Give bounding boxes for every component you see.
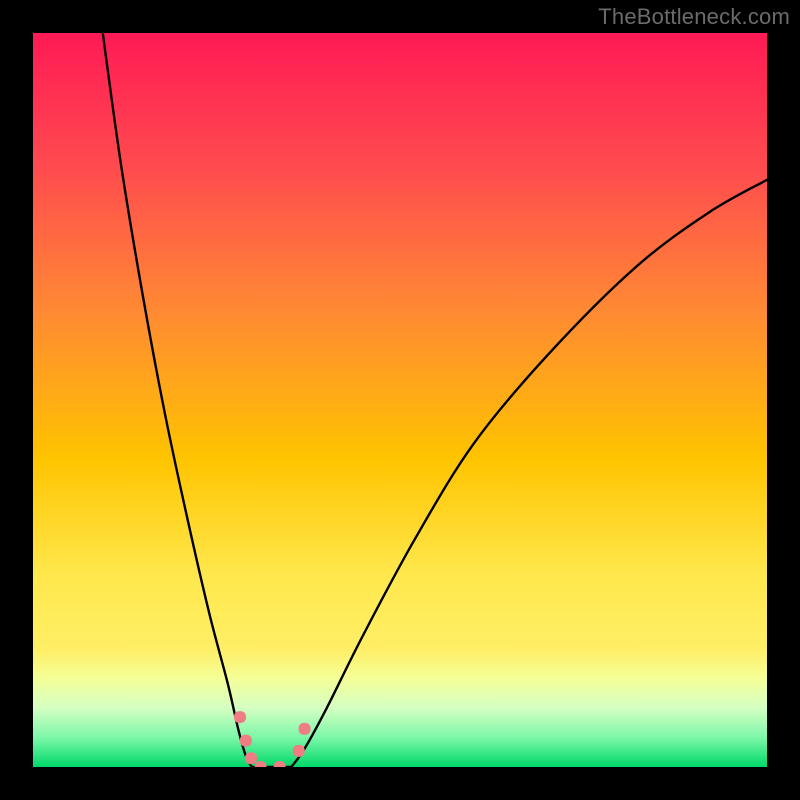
marker-left-low: [245, 752, 257, 764]
marker-right-low: [293, 745, 305, 757]
marker-left-mid: [240, 735, 252, 747]
chart-frame: TheBottleneck.com: [0, 0, 800, 800]
watermark-label: TheBottleneck.com: [598, 4, 790, 30]
gradient-background: [33, 33, 767, 767]
marker-right-top: [299, 723, 311, 735]
plot-svg: [33, 33, 767, 767]
marker-left-top: [234, 711, 246, 723]
plot-area: [33, 33, 767, 767]
